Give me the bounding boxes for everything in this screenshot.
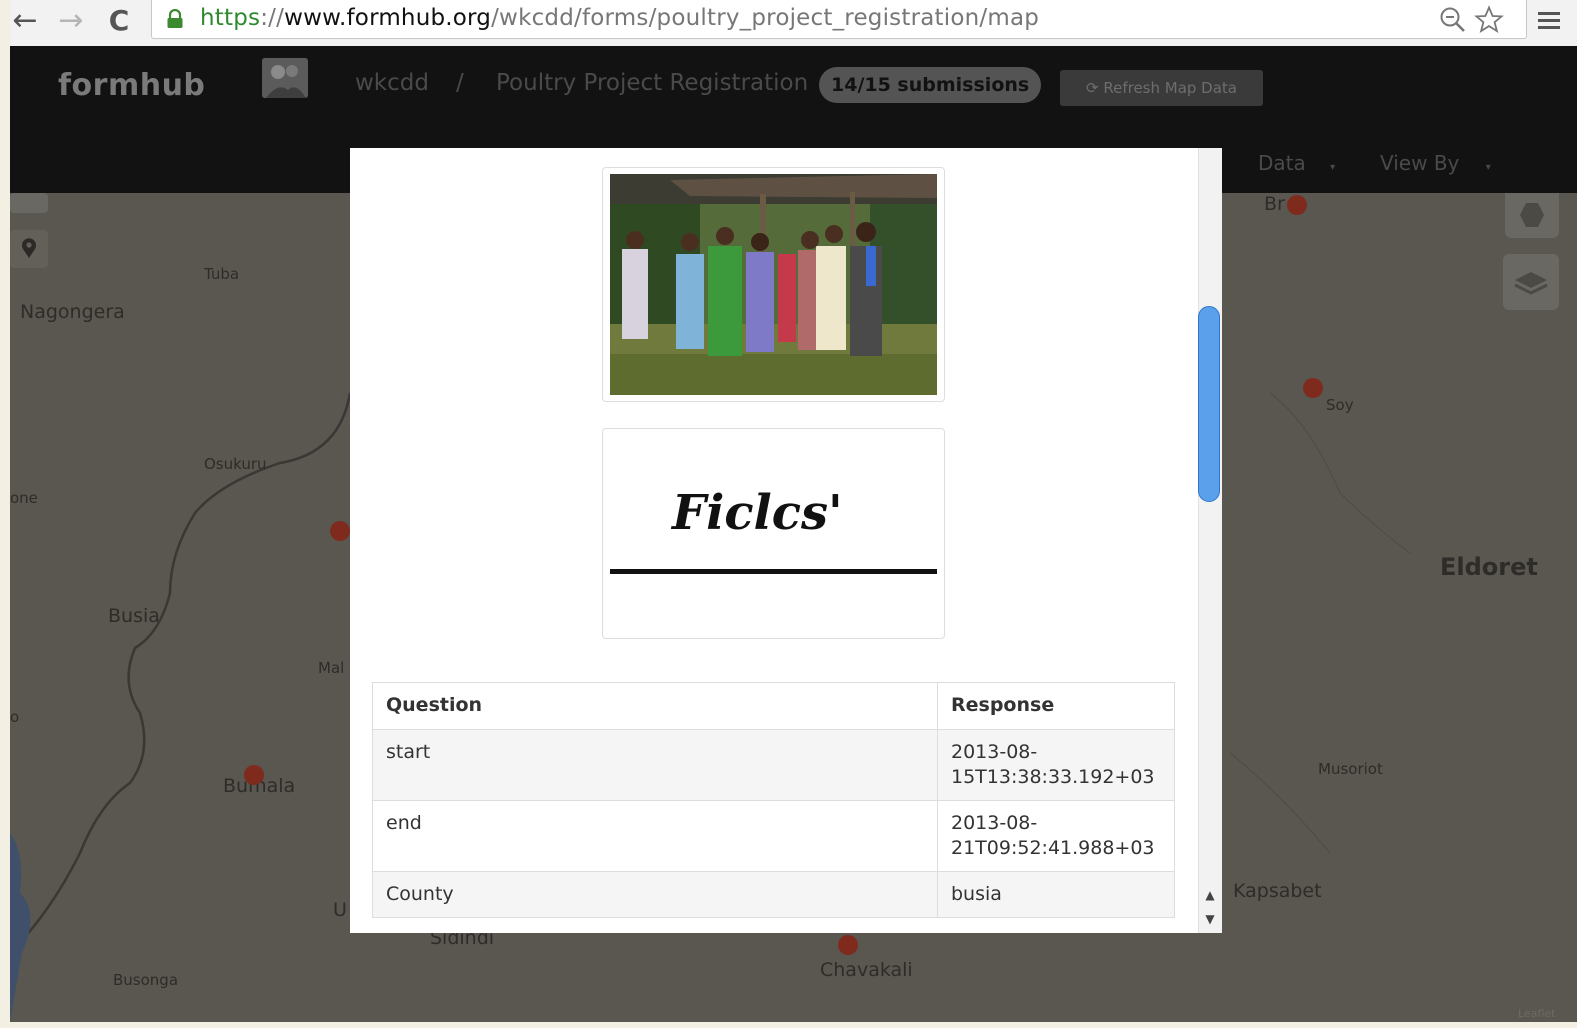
url-separator: ://: [260, 5, 285, 31]
table-row: end 2013-08-21T09:52:41.988+03: [372, 800, 1175, 872]
nav-data-label: Data: [1258, 151, 1306, 175]
response-table: Question Response start 2013-08-15T13:38…: [372, 682, 1175, 918]
map-marker[interactable]: [1303, 378, 1323, 398]
submission-photo[interactable]: [602, 167, 945, 402]
submission-modal: Ficlcs' Question Response start 2013-08-…: [350, 148, 1222, 933]
map-label: Soy: [1326, 396, 1354, 414]
nav-view-by-label: View By: [1380, 151, 1460, 175]
map-label: one: [10, 489, 38, 507]
hexagon-icon: [1520, 203, 1544, 227]
question-cell: end: [372, 800, 938, 872]
caret-down-icon: ▾: [1485, 162, 1491, 173]
avatar[interactable]: [262, 58, 308, 98]
lock-icon: [167, 9, 183, 28]
map-label: Tuba: [204, 265, 240, 283]
url-path: /wkcdd/forms/poultry_project_registratio…: [491, 5, 1040, 31]
response-column-header: Response: [937, 682, 1175, 730]
map-label: Musoriot: [1318, 760, 1383, 778]
scroll-up-arrow-icon[interactable]: ▲: [1198, 886, 1222, 904]
question-cell: start: [372, 729, 938, 801]
map-label: Busonga: [113, 971, 179, 989]
zoom-out-control[interactable]: [10, 193, 48, 213]
map-label: Kapsabet: [1233, 880, 1322, 902]
map-label: o: [10, 708, 20, 726]
map-pin-icon: [22, 238, 36, 258]
signature-text: Ficlcs': [670, 485, 843, 541]
attribution-link[interactable]: Leaflet: [1518, 1007, 1555, 1020]
star-icon[interactable]: [1474, 5, 1504, 35]
question-column-header: Question: [372, 682, 938, 730]
map-label: U: [333, 899, 347, 921]
modal-scrollbar[interactable]: [1198, 148, 1222, 933]
table-header-row: Question Response: [372, 682, 1175, 730]
forward-arrow-icon[interactable]: →: [54, 4, 88, 38]
refresh-map-button[interactable]: ⟳ Refresh Map Data: [1060, 70, 1263, 106]
address-bar[interactable]: https://www.formhub.org/wkcdd/forms/poul…: [151, 0, 1527, 39]
breadcrumb-user[interactable]: wkcdd: [355, 70, 429, 96]
avatar-image: [262, 58, 308, 98]
refresh-label: Refresh Map Data: [1103, 79, 1237, 97]
map-label: Osukuru: [204, 455, 267, 473]
caret-down-icon: ▾: [1330, 162, 1336, 173]
menu-icon[interactable]: [1534, 6, 1564, 36]
map-label: Mal: [318, 659, 345, 677]
scrollbar-thumb[interactable]: [1198, 306, 1220, 502]
breadcrumb-separator: /: [456, 70, 464, 96]
map-label: Nagongera: [20, 301, 125, 323]
layers-icon: [1514, 272, 1548, 295]
back-arrow-icon[interactable]: ←: [10, 4, 42, 38]
browser-window: ← → C https://www.formhub.org/wkcdd/form…: [10, 0, 1577, 1022]
table-row: start 2013-08-15T13:38:33.192+03: [372, 729, 1175, 801]
signature-image[interactable]: Ficlcs': [602, 428, 945, 639]
response-cell: 2013-08-21T09:52:41.988+03: [937, 800, 1175, 872]
browser-toolbar: ← → C https://www.formhub.org/wkcdd/form…: [10, 0, 1577, 47]
response-cell: 2013-08-15T13:38:33.192+03: [937, 729, 1175, 801]
group-photo-image: [610, 174, 937, 395]
submissions-badge: 14/15 submissions: [819, 67, 1042, 103]
question-cell: County: [372, 871, 938, 918]
refresh-icon: ⟳: [1085, 79, 1099, 97]
url-scheme: https: [200, 5, 261, 31]
url-text[interactable]: https://www.formhub.org/wkcdd/forms/poul…: [200, 5, 1039, 31]
nav-view-by[interactable]: View By ▾: [1380, 151, 1491, 175]
signature-drawing: Ficlcs': [610, 485, 937, 574]
locate-control[interactable]: [10, 230, 48, 268]
breadcrumb-form-title[interactable]: Poultry Project Registration: [496, 70, 808, 96]
map-marker[interactable]: [244, 765, 264, 785]
map-label: Eldoret: [1440, 553, 1538, 581]
map-marker[interactable]: [838, 935, 858, 955]
reload-icon[interactable]: C: [102, 4, 136, 38]
fullscreen-control[interactable]: [1505, 193, 1559, 238]
zoom-icon[interactable]: [1438, 5, 1468, 35]
map-label: Chavakali: [820, 959, 913, 981]
table-row: County busia: [372, 871, 1175, 918]
scroll-down-arrow-icon[interactable]: ▼: [1198, 910, 1222, 928]
nav-data[interactable]: Data ▾: [1258, 151, 1335, 175]
layers-control[interactable]: [1503, 254, 1559, 310]
map-marker[interactable]: [330, 521, 350, 541]
map-marker[interactable]: [1287, 195, 1307, 215]
response-cell: busia: [937, 871, 1175, 918]
brand-logo[interactable]: formhub: [58, 68, 205, 103]
url-host: www.formhub.org: [284, 5, 492, 31]
map-label: Busia: [108, 605, 160, 627]
